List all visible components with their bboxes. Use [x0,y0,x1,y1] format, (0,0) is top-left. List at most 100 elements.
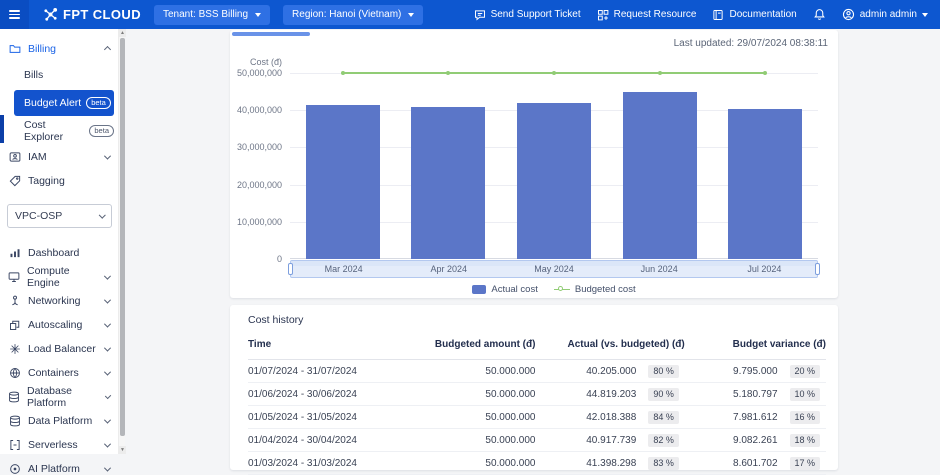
cell-variance: 8.601.702 [685,452,778,475]
chevron-down-icon [104,152,111,159]
data-platform-icon [8,415,21,427]
sidebar-item-iam[interactable]: IAM [0,146,118,168]
networking-label: Networking [28,295,81,307]
iam-icon [8,151,21,163]
y-axis-tick-label: 40,000,000 [232,105,282,115]
chevron-down-icon [99,211,105,217]
budgeted-cost-point[interactable] [341,71,345,75]
horizontal-scrollbar-thumb[interactable] [232,32,310,36]
menu-icon[interactable] [0,0,29,29]
sidebar-item-budget-alert[interactable]: Budget Alert beta [14,90,114,116]
send-support-ticket-link[interactable]: Send Support Ticket [474,9,581,21]
sidebar-item-compute-engine[interactable]: Compute Engine [0,266,118,288]
logo-text: FPT CLOUD [63,7,141,22]
sidebar-item-autoscaling[interactable]: Autoscaling [0,314,118,336]
sidebar-item-tagging[interactable]: Tagging [0,170,118,192]
sidebar-item-data-platform[interactable]: Data Platform [0,410,118,432]
tenant-dropdown[interactable]: Tenant: BSS Billing [154,5,270,25]
chevron-down-icon [104,344,111,351]
budget-chart: Cost (đ) 010,000,00020,000,00030,000,000… [290,73,818,295]
cell-time: 01/07/2024 - 31/07/2024 [248,360,435,383]
datazoom-right-handle[interactable] [815,263,820,275]
tenant-label: Tenant: BSS Billing [163,9,248,20]
budgeted-cost-point[interactable] [552,71,556,75]
legend-budgeted-cost[interactable]: Budgeted cost [554,284,636,295]
actual-cost-bar[interactable] [728,109,802,259]
database-platform-icon [8,391,20,403]
fpt-logo-icon [43,7,58,22]
chevron-down-icon [105,392,112,399]
sidebar-item-serverless[interactable]: Serverless [0,434,118,456]
data-platform-label: Data Platform [28,415,92,427]
chevron-down-icon [104,440,111,447]
actual-pct-badge: 82 % [648,434,679,447]
cell-actual: 40.205.000 [535,360,636,383]
sidebar-item-containers[interactable]: Containers [0,362,118,384]
scroll-down-button[interactable]: ▼ [119,446,126,454]
user-menu[interactable]: admin admin [842,8,928,21]
budgeted-cost-point[interactable] [763,71,767,75]
table-row[interactable]: 01/03/2024 - 31/03/2024 50.000.000 41.39… [248,452,826,475]
cell-actual: 44.819.203 [535,383,636,406]
cell-actual: 40.917.739 [535,429,636,452]
budgeted-cost-point[interactable] [446,71,450,75]
send-support-ticket-label: Send Support Ticket [491,9,581,20]
y-axis-tick-label: 10,000,000 [232,217,282,227]
actual-cost-bar[interactable] [517,103,591,259]
documentation-label: Documentation [729,9,796,20]
budgeted-cost-swatch [554,285,570,294]
table-row[interactable]: 01/06/2024 - 30/06/2024 50.000.000 44.81… [248,383,826,406]
chat-icon [474,9,486,21]
vpc-selector[interactable]: VPC-OSP [7,204,112,228]
scroll-up-button[interactable]: ▲ [119,29,126,37]
budgeted-cost-legend-label: Budgeted cost [575,284,636,295]
cost-history-title: Cost history [248,314,826,326]
table-row[interactable]: 01/05/2024 - 31/05/2024 50.000.000 42.01… [248,406,826,429]
region-dropdown[interactable]: Region: Hanoi (Vietnam) [283,5,423,25]
table-row[interactable]: 01/07/2024 - 31/07/2024 50.000.000 40.20… [248,360,826,383]
bills-label: Bills [24,69,43,81]
load-balancer-icon [8,343,21,355]
actual-cost-bar[interactable] [623,92,697,259]
cell-variance: 5.180.797 [685,383,778,406]
fpt-cloud-logo: FPT CLOUD [43,7,141,22]
scrollbar-thumb[interactable] [120,38,125,436]
sidebar-scrollbar[interactable]: ▲ ▼ [118,29,125,454]
caret-down-icon [408,13,414,17]
datazoom-slider[interactable]: Mar 2024Apr 2024May 2024Jun 2024Jul 2024 [290,260,818,278]
cell-budgeted: 50.000.000 [435,429,536,452]
notifications-bell-icon[interactable] [813,8,826,21]
actual-cost-swatch [472,285,486,294]
grid-plus-icon [597,9,609,21]
sidebar-item-bills[interactable]: Bills [14,62,114,88]
table-row[interactable]: 01/04/2024 - 30/04/2024 50.000.000 40.91… [248,429,826,452]
cell-actual: 42.018.388 [535,406,636,429]
sidebar-item-billing[interactable]: Billing [0,38,118,60]
datazoom-left-handle[interactable] [288,263,293,275]
actual-cost-bar[interactable] [306,105,380,259]
budgeted-cost-point[interactable] [658,71,662,75]
cell-variance: 9.082.261 [685,429,778,452]
request-resource-link[interactable]: Request Resource [597,9,697,21]
legend-actual-cost[interactable]: Actual cost [472,284,537,295]
variance-pct-badge: 18 % [790,434,821,447]
cell-variance: 7.981.612 [685,406,778,429]
tagging-icon [8,175,21,187]
column-header-time: Time [248,330,435,360]
sidebar-item-load-balancer[interactable]: Load Balancer [0,338,118,360]
cell-time: 01/06/2024 - 30/06/2024 [248,383,435,406]
cell-time: 01/04/2024 - 30/04/2024 [248,429,435,452]
caret-down-icon [255,13,261,17]
documentation-link[interactable]: Documentation [712,9,796,21]
actual-pct-badge: 90 % [648,388,679,401]
sidebar-item-cost-explorer[interactable]: Cost Explorer beta [14,118,114,144]
sidebar-item-networking[interactable]: Networking [0,290,118,312]
iam-label: IAM [28,151,47,163]
sidebar-item-database-platform[interactable]: Database Platform [0,386,118,408]
column-header-variance: Budget variance (đ) [685,330,826,360]
actual-cost-bar[interactable] [411,107,485,259]
main-content: Last updated: 29/07/2024 08:38:11 Cost (… [125,29,940,454]
sidebar-item-dashboard[interactable]: Dashboard [0,242,118,264]
chevron-down-icon [104,272,111,279]
variance-pct-badge: 20 % [790,365,821,378]
